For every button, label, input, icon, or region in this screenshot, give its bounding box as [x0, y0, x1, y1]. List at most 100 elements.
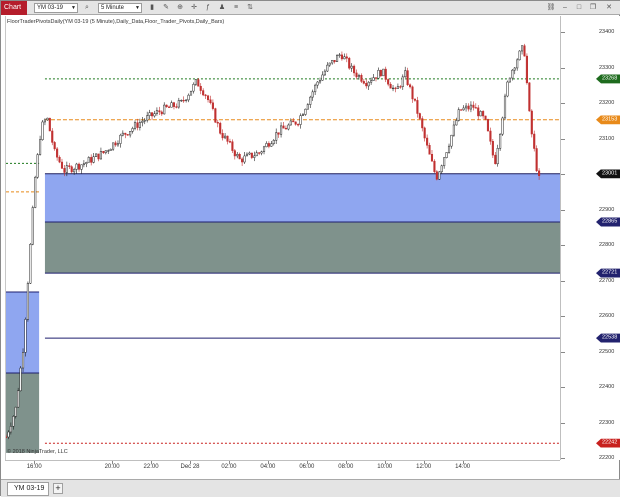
- candle-body: [333, 59, 336, 62]
- minimize-icon[interactable]: –: [560, 3, 570, 13]
- zoom-icon[interactable]: ⊕: [175, 3, 185, 13]
- candle-body: [336, 55, 339, 62]
- candle-body: [423, 127, 426, 139]
- candle-body: [282, 125, 285, 129]
- candle-body: [538, 170, 541, 176]
- y-tick: [561, 67, 565, 69]
- candle-body: [241, 158, 244, 163]
- candle-body: [248, 152, 251, 155]
- candle-body: [24, 319, 27, 353]
- chart-trader-icon[interactable]: ⇅: [245, 3, 255, 13]
- x-tick-label: 06:00: [299, 464, 315, 470]
- y-tick: [561, 31, 565, 33]
- add-tab-button[interactable]: +: [53, 483, 63, 494]
- price-tag-y-close: 23153: [596, 115, 620, 125]
- candle-body: [165, 104, 168, 108]
- candle-body: [345, 56, 348, 59]
- price-tag-cp: 22721: [596, 268, 620, 278]
- candle-body: [309, 96, 312, 105]
- restore-icon[interactable]: ❐: [588, 3, 598, 13]
- candle-body: [528, 82, 531, 112]
- candle-body: [253, 155, 256, 158]
- candle-body: [133, 122, 137, 129]
- candle-body: [153, 113, 156, 117]
- candle-body: [455, 120, 458, 126]
- candle-body: [146, 115, 149, 121]
- candle-body: [104, 150, 107, 154]
- candle-body: [501, 117, 504, 135]
- price-chart[interactable]: [4, 16, 561, 460]
- candle-body: [260, 151, 263, 154]
- candle-body: [126, 134, 129, 136]
- candle-body: [82, 163, 85, 166]
- price-tag-dp: 23001: [596, 169, 620, 179]
- candle-body: [301, 114, 305, 116]
- candle-body: [187, 94, 190, 101]
- candle-body: [323, 70, 326, 76]
- candle-body: [129, 131, 132, 136]
- candle-body: [170, 102, 173, 108]
- candle-body: [484, 115, 487, 120]
- candle-body: [379, 69, 382, 77]
- candle-body: [435, 171, 438, 180]
- candle-body: [479, 111, 482, 117]
- candle-body: [80, 164, 83, 170]
- y-tick: [561, 245, 565, 247]
- bar-style-icon[interactable]: ▮: [147, 3, 157, 13]
- instrument-selector[interactable]: YM 03-19 ▼: [34, 3, 78, 13]
- candle-body: [107, 150, 110, 152]
- candle-body: [31, 207, 34, 245]
- candle-body: [112, 142, 115, 150]
- indicators-icon[interactable]: ƒ: [203, 3, 213, 13]
- candle-body: [530, 110, 533, 135]
- close-icon[interactable]: ✕: [604, 3, 614, 13]
- candle-body: [503, 95, 507, 119]
- x-tick-label: 08:00: [338, 464, 354, 470]
- candle-body: [328, 62, 331, 66]
- candle-body: [292, 120, 295, 123]
- candle-body: [87, 157, 90, 163]
- maximize-icon[interactable]: □: [574, 3, 584, 13]
- candle-body: [523, 45, 526, 57]
- price-panel[interactable]: Y-HighY-CloseDPPPCPS1Y-Low: [4, 16, 584, 460]
- instrument-selector-label: YM 03-19: [37, 5, 64, 11]
- candle-body: [287, 124, 290, 130]
- y-tick: [561, 458, 565, 460]
- y-tick: [561, 209, 565, 211]
- y-tick: [561, 280, 565, 282]
- link-icon[interactable]: ⛓: [546, 3, 556, 13]
- candle-body: [521, 45, 524, 52]
- crosshair-icon[interactable]: ✛: [189, 3, 199, 13]
- strategies-icon[interactable]: ♟: [217, 3, 227, 13]
- candle-body: [311, 91, 314, 98]
- time-axis[interactable]: 16:00 20:00 22:00 Dec 28 02:00 04:00 06:00 08:0…: [5, 460, 560, 479]
- candle-body: [199, 85, 202, 91]
- candle-body: [348, 57, 351, 69]
- chart-tab[interactable]: Chart: [1, 1, 27, 15]
- candle-body: [26, 283, 29, 320]
- indicator-label: FloorTraderPivotsDaily(YM 03-19 (5 Minut…: [7, 19, 225, 25]
- drawing-tool-icon[interactable]: ✎: [161, 3, 171, 13]
- search-icon[interactable]: ⌕: [82, 3, 92, 13]
- price-axis[interactable]: 2340023300232002310023000229002280022700…: [560, 16, 620, 462]
- candle-body: [284, 127, 287, 130]
- candle-body: [518, 50, 521, 61]
- x-tick-label: 10:00: [377, 464, 393, 470]
- candle-body: [370, 80, 373, 83]
- interval-selector[interactable]: 5 Minute ▼: [98, 3, 142, 13]
- candle-body: [353, 65, 356, 74]
- candle-body: [77, 163, 81, 170]
- candle-body: [430, 154, 434, 162]
- candle-body: [46, 117, 49, 121]
- candle-body: [496, 148, 499, 165]
- y-tick-label: 23300: [599, 64, 615, 71]
- candle-body: [41, 121, 44, 141]
- y-tick-label: 22200: [599, 455, 615, 462]
- properties-icon[interactable]: ≡: [231, 3, 241, 13]
- candle-body: [384, 68, 387, 80]
- candle-body: [294, 121, 297, 125]
- candle-body: [231, 141, 234, 151]
- tab-instrument[interactable]: YM 03-19: [7, 482, 49, 496]
- candle-body: [14, 406, 17, 417]
- candle-body: [4, 436, 8, 438]
